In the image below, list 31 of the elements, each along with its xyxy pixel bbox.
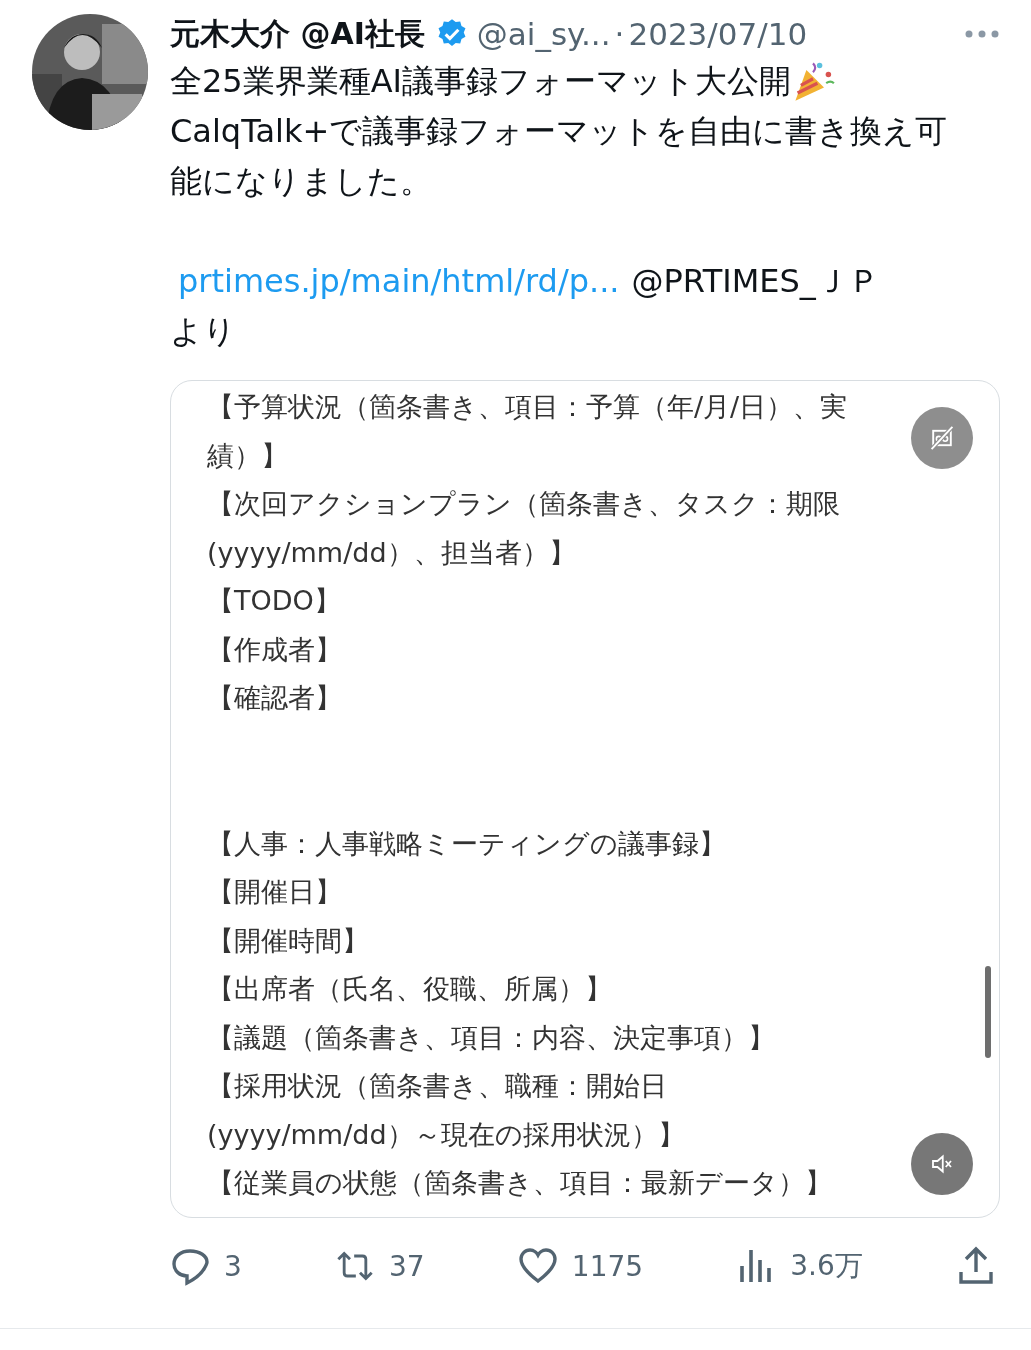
post-date[interactable]: 2023/07/10: [628, 16, 808, 52]
action-count: 3: [224, 1249, 242, 1283]
document-line: 【採用状況（箇条書き、職種：開始日: [207, 1069, 667, 1103]
video-frame[interactable]: [170, 380, 1000, 1218]
document-line: (yyyy/mm/dd）、担当者）】: [207, 535, 576, 570]
tweet-text: 全25業界業種AI議事録フォーマット大公開: [170, 61, 792, 102]
tweet-text: より: [170, 312, 236, 350]
document-line: 【次回アクションプラン（箇条書き、タスク：期限: [207, 487, 840, 521]
document-line: 【人事：人事戦略ミーティングの議事録】: [207, 826, 726, 861]
action-count: 1175: [571, 1249, 644, 1283]
tweet-text: CalqTalk+で議事録フォーマットを自由に書き換え可能になりました。: [170, 111, 949, 202]
document-line: 【予算状況（箇条書き、項目：予算（年/月/日）、実: [207, 390, 848, 424]
document-line: 【TODO】: [207, 584, 341, 618]
author-name[interactable]: 元木大介 @AI社長: [170, 13, 425, 55]
mention-link[interactable]: @PRTIMES_ＪＰ: [631, 256, 880, 306]
more-options-icon[interactable]: [964, 29, 1000, 39]
action-count: 37: [389, 1249, 425, 1283]
heart-icon[interactable]: [517, 1246, 558, 1286]
document-line: 【出席者（氏名、役職、所属）】: [207, 972, 612, 1006]
document-line: 【議題（箇条書き、項目：内容、決定事項）】: [207, 1020, 775, 1055]
action-count: 3.6万: [790, 1248, 863, 1284]
reply-icon[interactable]: [170, 1246, 210, 1286]
document-line: (yyyy/mm/dd）～現在の採用状況）】: [207, 1117, 685, 1152]
document-line: 【従業員の状態（箇条書き、項目：最新データ）】: [207, 1166, 832, 1200]
document-line: 績）】: [207, 438, 288, 473]
user-handle[interactable]: @ai_sy...: [476, 16, 611, 52]
document-line: 【確認者】: [207, 681, 342, 715]
document-line: 【作成者】: [207, 632, 342, 667]
separator-dot: ·: [614, 16, 625, 52]
document-line: 【開催日】: [207, 875, 342, 909]
document-line: 【開催時間】: [207, 923, 369, 958]
